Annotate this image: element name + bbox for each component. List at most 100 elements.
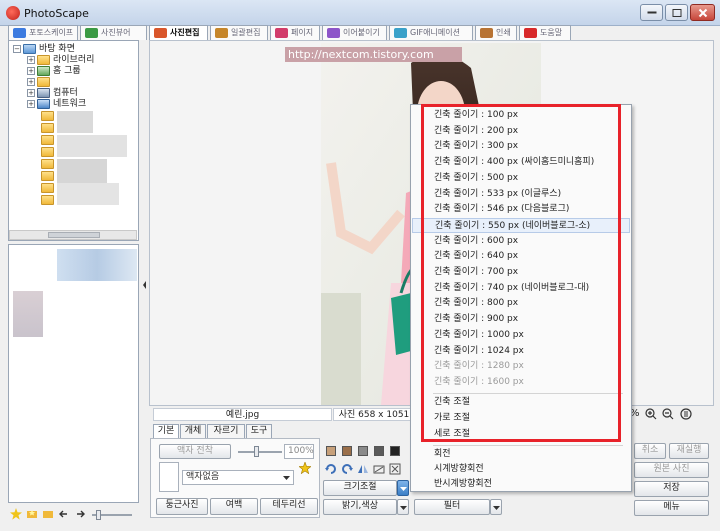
tab-batch[interactable]: 일괄편집 xyxy=(210,25,268,40)
color-swatch[interactable] xyxy=(326,446,336,456)
tab-crop[interactable]: 자르기 xyxy=(207,424,245,438)
menu-item-resize-1024[interactable]: 긴축 줄이기 : 1024 px xyxy=(412,344,630,359)
frame-apply-button[interactable]: 액자 전착 xyxy=(159,444,231,459)
close-button[interactable] xyxy=(690,4,715,21)
menu-item-long-side-adjust[interactable]: 긴축 조절 xyxy=(412,395,630,410)
menu-item-resize-640[interactable]: 긴축 줄이기 : 640 px xyxy=(412,249,630,264)
menu-item-resize-600[interactable]: 긴축 줄이기 : 600 px xyxy=(412,234,630,249)
menu-item-rotate[interactable]: 회전 xyxy=(412,447,630,462)
filter-dropdown-button[interactable] xyxy=(490,499,502,515)
undo-button[interactable]: 취소 xyxy=(634,443,666,459)
expand-icon[interactable]: + xyxy=(27,89,35,97)
menu-item-resize-1000[interactable]: 긴축 줄이기 : 1000 px xyxy=(412,328,630,343)
tab-page[interactable]: 페이지 xyxy=(270,25,320,40)
panel-collapse-arrow[interactable] xyxy=(141,270,148,300)
folder-icon[interactable] xyxy=(41,195,54,205)
thumbnail-image[interactable] xyxy=(13,291,43,337)
resize-dropdown-button[interactable] xyxy=(397,480,409,496)
slider-thumb[interactable] xyxy=(96,510,101,520)
tab-basic[interactable]: 기본 xyxy=(153,424,179,438)
folder-icon[interactable] xyxy=(41,111,54,121)
thumbnail-size-slider[interactable] xyxy=(92,510,132,520)
minimize-button[interactable] xyxy=(640,4,663,21)
straighten-icon[interactable] xyxy=(373,463,385,475)
folder-icon[interactable] xyxy=(41,135,54,145)
tab-photoscape[interactable]: 포토스케이프 xyxy=(8,25,78,40)
tab-combine[interactable]: 이어붙이기 xyxy=(322,25,387,40)
margin-button[interactable]: 여백 xyxy=(210,498,258,515)
tab-editor[interactable]: 사진편집 xyxy=(149,25,208,41)
thumbnail-panel[interactable] xyxy=(8,244,139,503)
folder-icon[interactable] xyxy=(41,183,54,193)
star-icon[interactable] xyxy=(10,508,22,520)
zoom-in-icon[interactable] xyxy=(645,408,657,420)
menu-item-resize-500[interactable]: 긴축 줄이기 : 500 px xyxy=(412,171,630,186)
actual-size-icon[interactable] xyxy=(680,408,692,420)
menu-item-resize-900[interactable]: 긴축 줄이기 : 900 px xyxy=(412,312,630,327)
brightness-dropdown-button[interactable] xyxy=(397,499,409,515)
resize-button[interactable]: 크기조절 xyxy=(323,480,397,496)
menu-button[interactable]: 메뉴 xyxy=(634,500,709,516)
brightness-color-button[interactable]: 밝기,색상 xyxy=(323,499,397,515)
frame-slider-track[interactable] xyxy=(238,446,282,457)
expand-icon[interactable]: + xyxy=(27,78,35,86)
tab-gif[interactable]: GIF애니메이션 xyxy=(389,25,473,40)
favorite-folder-icon[interactable] xyxy=(26,508,38,520)
flip-horizontal-icon[interactable] xyxy=(357,463,369,475)
tab-print[interactable]: 인쇄 xyxy=(475,25,517,40)
folder-tree[interactable]: − 바탕 화면 + 라이브러리 + 홈 그룹 + + 컴퓨터 + 네트워크 xyxy=(8,40,139,241)
redo-button[interactable]: 재실행 xyxy=(669,443,709,459)
menu-item-resize-700[interactable]: 긴축 줄이기 : 700 px xyxy=(412,265,630,280)
forward-arrow-icon[interactable] xyxy=(74,508,86,520)
thumbnail-image[interactable] xyxy=(57,249,137,281)
tab-object[interactable]: 개체 xyxy=(180,424,206,438)
maximize-button[interactable] xyxy=(665,4,688,21)
color-swatch[interactable] xyxy=(342,446,352,456)
scroll-thumb[interactable] xyxy=(48,232,100,238)
folder-icon[interactable] xyxy=(41,123,54,133)
color-swatch[interactable] xyxy=(374,446,384,456)
tab-viewer[interactable]: 사진뷰어 xyxy=(80,25,147,40)
folder-icon[interactable] xyxy=(41,171,54,181)
fit-icon[interactable] xyxy=(389,463,401,475)
zoom-out-icon[interactable] xyxy=(662,408,674,420)
menu-item-resize-800[interactable]: 긴축 줄이기 : 800 px xyxy=(412,296,630,311)
frame-zoom-field[interactable]: 100% xyxy=(284,444,314,459)
menu-item-resize-400[interactable]: 긴축 줄이기 : 400 px (싸이홈드미니홈피) xyxy=(412,155,630,170)
menu-item-height-adjust[interactable]: 세로 조절 xyxy=(412,427,630,442)
menu-item-resize-550[interactable]: 긴축 줄이기 : 550 px (네이버블로그-소) xyxy=(412,217,630,233)
tree-horizontal-scrollbar[interactable] xyxy=(9,230,137,240)
color-swatch[interactable] xyxy=(358,446,368,456)
resize-menu[interactable]: 긴축 줄이기 : 100 px 긴축 줄이기 : 200 px 긴축 줄이기 :… xyxy=(410,104,632,492)
expand-icon[interactable]: + xyxy=(27,67,35,75)
folder-icon[interactable] xyxy=(41,147,54,157)
expand-icon[interactable]: + xyxy=(27,56,35,64)
rotate-right-icon[interactable] xyxy=(341,463,353,475)
expand-icon[interactable]: + xyxy=(27,100,35,108)
menu-item-resize-100[interactable]: 긴축 줄이기 : 100 px xyxy=(412,108,630,123)
menu-item-rotate-counterclockwise[interactable]: 반시계방향회전 xyxy=(412,477,630,492)
color-swatch[interactable] xyxy=(390,446,400,456)
filter-button[interactable]: 필터 xyxy=(414,499,490,515)
menu-item-rotate-clockwise[interactable]: 시계방향회전 xyxy=(412,462,630,477)
menu-item-resize-200[interactable]: 긴축 줄이기 : 200 px xyxy=(412,124,630,139)
border-line-button[interactable]: 테두리선 xyxy=(260,498,318,515)
folder-icon[interactable] xyxy=(42,508,54,520)
original-photo-button[interactable]: 원본 사진 xyxy=(634,462,709,478)
round-photo-button[interactable]: 둥근사진 xyxy=(156,498,208,515)
frame-select[interactable]: 액자없음 xyxy=(182,470,294,485)
tab-tools[interactable]: 도구 xyxy=(246,424,272,438)
rotate-left-icon[interactable] xyxy=(325,463,337,475)
back-arrow-icon[interactable] xyxy=(58,508,70,520)
menu-item-resize-533[interactable]: 긴축 줄이기 : 533 px (이글루스) xyxy=(412,187,630,202)
menu-item-resize-740[interactable]: 긴축 줄이기 : 740 px (네이버블로그-대) xyxy=(412,281,630,296)
slider-thumb[interactable] xyxy=(254,446,259,457)
collapse-icon[interactable]: − xyxy=(13,45,21,53)
menu-item-width-adjust[interactable]: 가로 조절 xyxy=(412,411,630,426)
menu-item-resize-546[interactable]: 긴축 줄이기 : 546 px (다음블로그) xyxy=(412,202,630,217)
menu-item-resize-300[interactable]: 긴축 줄이기 : 300 px xyxy=(412,139,630,154)
tab-help[interactable]: 도움말 xyxy=(519,25,571,40)
star-icon[interactable] xyxy=(299,462,311,474)
save-button[interactable]: 저장 xyxy=(634,481,709,497)
folder-icon[interactable] xyxy=(41,159,54,169)
